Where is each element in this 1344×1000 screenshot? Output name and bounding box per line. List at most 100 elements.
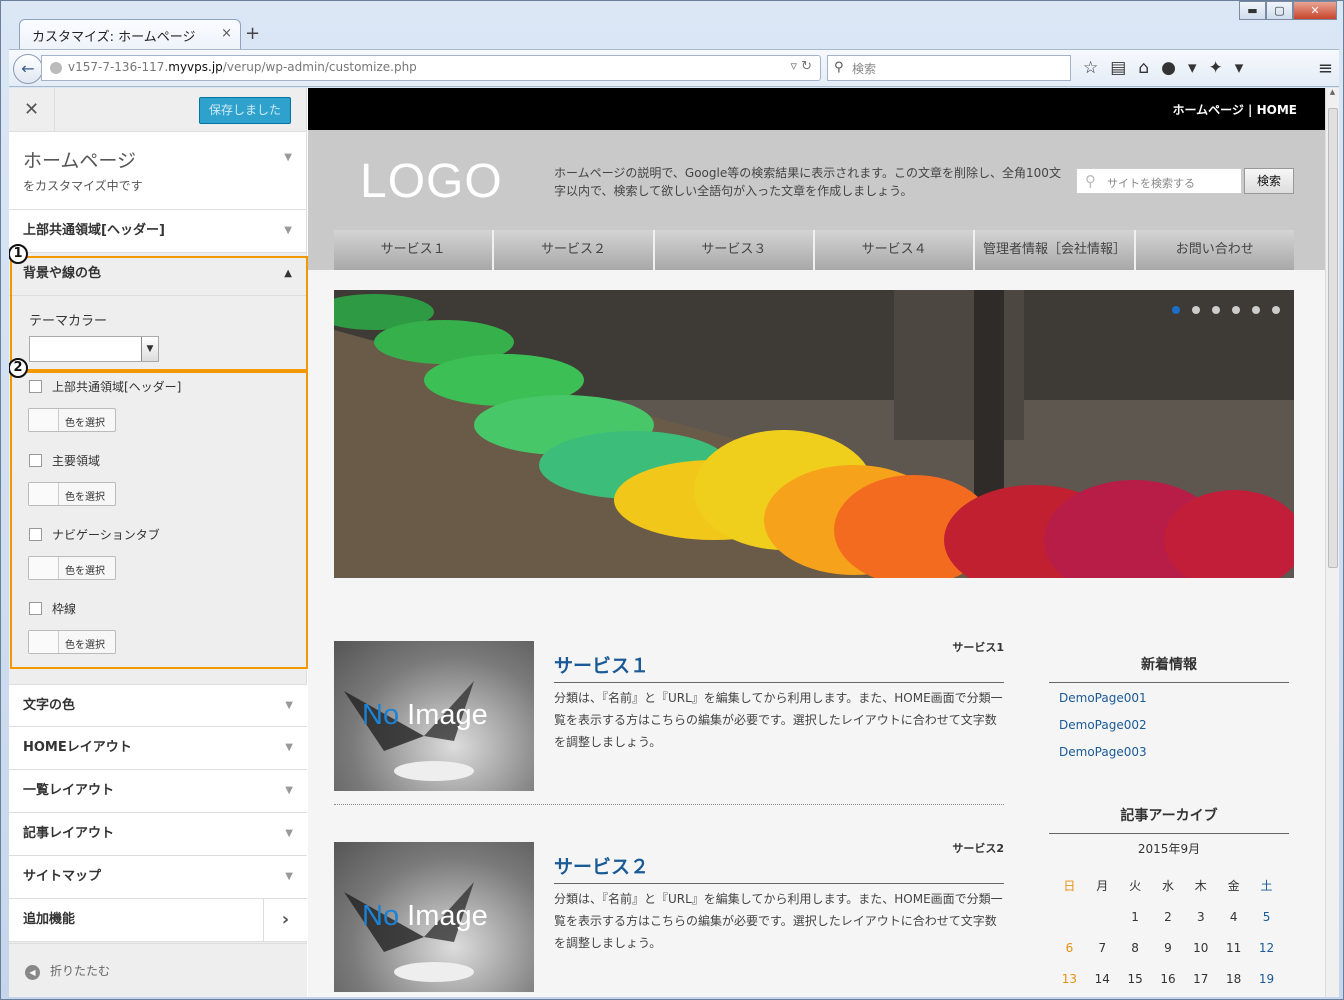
scrollbar-thumb[interactable] (1328, 108, 1338, 568)
nav-item[interactable]: サービス３ (654, 230, 815, 270)
addon-icon[interactable]: ● (1161, 58, 1176, 78)
nav-item[interactable]: サービス４ (814, 230, 976, 270)
theme-info-panel[interactable]: ホームページ をカスタマイズ中です ▼ (9, 132, 306, 210)
section-sitemap[interactable]: サイトマップ ▼ (9, 856, 307, 899)
bookmarks-menu-icon[interactable]: ▤ (1110, 58, 1126, 78)
window-close-button[interactable]: ✕ (1293, 1, 1337, 20)
slider-dot[interactable] (1192, 306, 1200, 314)
nav-item[interactable]: サービス１ (334, 230, 495, 270)
minimize-button[interactable]: ▬ (1239, 1, 1266, 20)
site-search-input[interactable]: ⚲ サイトを検索する (1076, 168, 1242, 194)
color-picker-button[interactable]: 色を選択 (28, 482, 116, 506)
page-scrollbar[interactable]: ▲ (1325, 88, 1339, 997)
slider-dot[interactable] (1212, 306, 1220, 314)
checkbox[interactable] (29, 528, 42, 541)
page-viewport: ✕ 保存しました ホームページ をカスタマイズ中です ▼ 上部共通領域[ヘッダー… (9, 88, 1339, 997)
slider-dot[interactable] (1232, 306, 1240, 314)
calendar-cell: 12 (1258, 940, 1275, 955)
site-search-button[interactable]: 検索 (1244, 168, 1294, 194)
scroll-up-icon[interactable]: ▲ (1326, 88, 1339, 102)
extension-icon[interactable]: ✦ (1209, 58, 1223, 78)
url-prefix: v157-7-136-117. (68, 60, 169, 74)
browser-window: カスタマイズ: ホームページ × + ▬ ▢ ✕ ← v157-7-136-11… (0, 0, 1344, 1000)
news-link[interactable]: DemoPage002 (1059, 718, 1147, 732)
calendar-week-row: 13 14 15 16 17 18 19 (1053, 963, 1283, 994)
news-widget-title: 新着情報 (1049, 654, 1289, 683)
section-label: 上部共通領域[ヘッダー] (23, 223, 165, 238)
chevron-down-icon: ▼ (285, 828, 293, 839)
chevron-down-icon: ▼ (285, 785, 293, 796)
checkbox[interactable] (29, 602, 42, 615)
color-picker-button[interactable]: 色を選択 (28, 630, 116, 654)
checkbox[interactable] (29, 380, 42, 393)
slider-dot[interactable] (1252, 306, 1260, 314)
close-customizer-button[interactable]: ✕ (9, 88, 55, 132)
customizer-header: ✕ 保存しました (9, 88, 306, 132)
browser-search-field[interactable]: ⚲ 検索 (827, 55, 1071, 81)
section-additional-features[interactable]: 追加機能 › (9, 899, 307, 942)
collapse-arrow-icon: ◀ (25, 965, 40, 980)
reload-icon[interactable]: ▿ ↻ (790, 59, 812, 74)
addon-dropdown-icon[interactable]: ▾ (1188, 58, 1197, 78)
extension-dropdown-icon[interactable]: ▾ (1235, 58, 1244, 78)
calendar-cell: 9 (1164, 940, 1172, 955)
url-path: /verup/wp-admin/customize.php (222, 60, 417, 74)
back-button[interactable]: ← (13, 54, 43, 84)
home-icon[interactable]: ⌂ (1138, 58, 1149, 78)
post-title[interactable]: サービス１ (554, 651, 1004, 683)
slider-dot[interactable] (1272, 306, 1280, 314)
calendar-day-header: 金 (1227, 879, 1240, 893)
theme-color-select[interactable]: ▼ (29, 336, 159, 362)
top-home-link[interactable]: ホームページ | HOME (1172, 103, 1297, 117)
checkbox[interactable] (29, 454, 42, 467)
panel-title: ホームページ (23, 150, 137, 172)
menu-icon[interactable]: ≡ (1318, 58, 1333, 79)
no-image-text: No Image (362, 699, 488, 732)
checkbox-row-main[interactable]: 主要領域 (29, 452, 100, 469)
section-article-layout[interactable]: 記事レイアウト ▼ (9, 813, 307, 856)
checkbox-label: 主要領域 (52, 454, 101, 468)
news-link[interactable]: DemoPage003 (1059, 745, 1147, 759)
calendar-cell: 1 (1131, 909, 1139, 924)
collapse-sidebar-button[interactable]: ◀ 折りたたむ (9, 943, 307, 997)
site-logo[interactable]: LOGO (360, 154, 503, 209)
chevron-down-icon: ▼ (285, 871, 293, 882)
nav-item[interactable]: お問い合わせ (1135, 230, 1294, 270)
site-identity-icon[interactable] (50, 62, 62, 74)
chevron-right-icon[interactable]: › (263, 899, 307, 942)
address-bar[interactable]: v157-7-136-117.myvps.jp/verup/wp-admin/c… (41, 55, 821, 81)
collapse-label: 折りたたむ (50, 964, 111, 978)
nav-item[interactable]: 管理者情報［会社情報］ (975, 230, 1136, 270)
window-controls: ▬ ▢ ✕ (1239, 1, 1337, 20)
no-image-text: No Image (362, 900, 488, 933)
browser-tab[interactable]: カスタマイズ: ホームページ × (19, 19, 241, 49)
hero-slider-image[interactable] (334, 290, 1294, 578)
site-search-placeholder: サイトを検索する (1107, 177, 1195, 190)
section-header-area[interactable]: 上部共通領域[ヘッダー] ▼ (9, 210, 306, 253)
section-home-layout[interactable]: HOMEレイアウト ▼ (9, 727, 307, 770)
section-list-layout[interactable]: 一覧レイアウト ▼ (9, 770, 307, 813)
color-swatch (29, 409, 59, 431)
color-picker-button[interactable]: 色を選択 (28, 408, 116, 432)
section-text-colors[interactable]: 文字の色 ▼ (9, 684, 307, 727)
calendar-day-header: 日 (1063, 879, 1076, 893)
chevron-down-icon: ▼ (285, 700, 293, 711)
calendar-day-header: 火 (1129, 879, 1142, 893)
maximize-button[interactable]: ▢ (1266, 1, 1293, 20)
checkbox-row-header[interactable]: 上部共通領域[ヘッダー] (29, 378, 181, 395)
post-thumbnail[interactable]: No Image (334, 842, 534, 992)
post-title[interactable]: サービス２ (554, 852, 1004, 884)
nav-item[interactable]: サービス２ (494, 230, 655, 270)
color-picker-button[interactable]: 色を選択 (28, 556, 116, 580)
slider-dot[interactable] (1172, 306, 1180, 314)
dropdown-arrow-icon[interactable]: ▼ (141, 337, 158, 361)
news-link[interactable]: DemoPage001 (1059, 691, 1147, 705)
checkbox-row-nav[interactable]: ナビゲーションタブ (29, 526, 160, 543)
new-tab-button[interactable]: + (245, 23, 260, 44)
post-thumbnail[interactable]: No Image (334, 641, 534, 791)
checkbox-row-border[interactable]: 枠線 (29, 600, 76, 617)
tab-close-icon[interactable]: × (221, 26, 232, 41)
section-label: HOMEレイアウト (23, 740, 132, 755)
save-button[interactable]: 保存しました (199, 97, 291, 124)
bookmark-star-icon[interactable]: ☆ (1083, 58, 1098, 78)
